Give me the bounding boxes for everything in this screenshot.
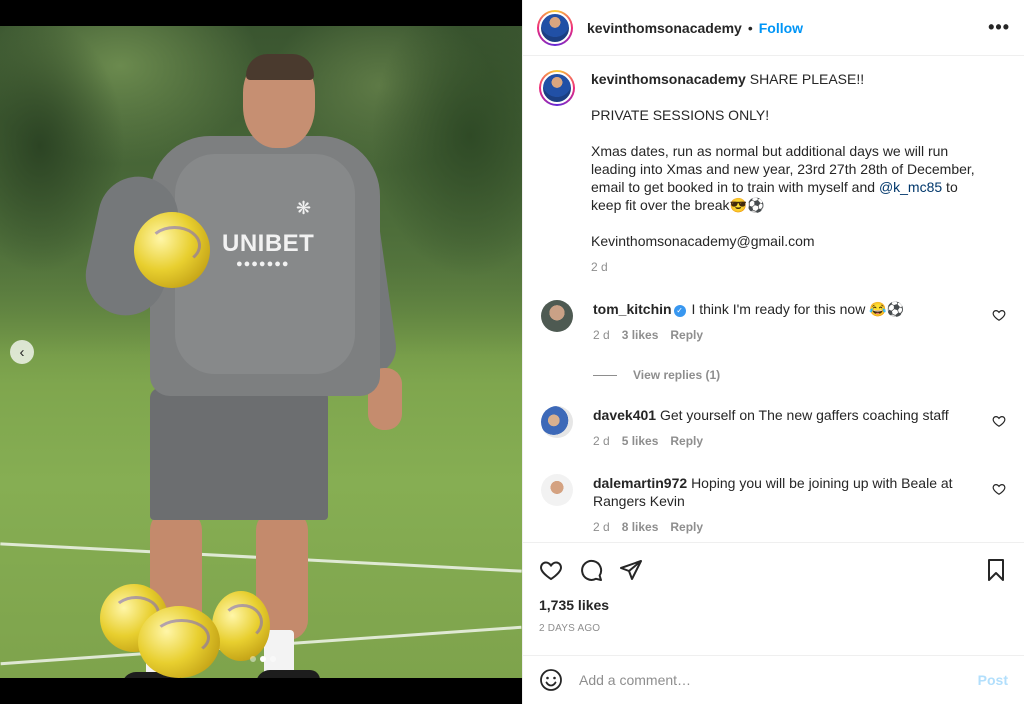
comment-likes[interactable]: 8 likes <box>622 518 659 536</box>
comment-item: dalemartin972 Hoping you will be joining… <box>539 474 1008 536</box>
comment-time[interactable]: 2 d <box>593 432 610 450</box>
heart-icon[interactable] <box>992 308 1006 322</box>
jersey-sponsor-dots: ●●●●●●● <box>236 258 290 270</box>
comment-icon[interactable] <box>579 558 603 582</box>
caption-paragraph: Xmas dates, run as normal but additional… <box>591 142 981 214</box>
post-photo[interactable]: ❋ UNIBET ●●●●●●● <box>0 26 522 678</box>
comment-username[interactable]: tom_kitchin <box>593 301 672 317</box>
divider <box>593 374 617 376</box>
reply-button[interactable]: Reply <box>670 518 703 536</box>
comment-likes[interactable]: 3 likes <box>622 326 659 344</box>
view-replies-label: View replies (1) <box>633 368 721 382</box>
caption-time[interactable]: 2 d <box>591 258 981 276</box>
football <box>138 606 220 678</box>
author-avatar[interactable] <box>537 9 573 46</box>
comment-username[interactable]: dalemartin972 <box>593 475 687 491</box>
commenter-avatar[interactable] <box>541 474 573 506</box>
emoji-icon[interactable] <box>539 668 563 692</box>
club-crest-icon: ❋ <box>296 198 312 218</box>
hair <box>246 54 314 80</box>
bookmark-icon[interactable] <box>984 558 1008 582</box>
comments-list[interactable]: kevinthomsonacademy SHARE PLEASE!! PRIVA… <box>523 56 1024 542</box>
heart-icon[interactable] <box>992 482 1006 496</box>
football <box>212 591 270 661</box>
post-caption: kevinthomsonacademy SHARE PLEASE!! PRIVA… <box>539 70 1008 276</box>
caption-email: Kevinthomsonacademy@gmail.com <box>591 233 815 249</box>
football <box>134 212 210 288</box>
comment-likes[interactable]: 5 likes <box>622 432 659 450</box>
jersey-sponsor: UNIBET <box>222 230 315 257</box>
chevron-left-icon: ‹ <box>19 343 25 361</box>
author-avatar[interactable] <box>539 70 575 106</box>
view-replies-button[interactable]: View replies (1) <box>593 368 1008 382</box>
comment-item: tom_kitchin ✓ I think I'm ready for this … <box>539 300 1008 344</box>
likes-count[interactable]: 1,735 likes <box>539 597 1008 613</box>
reply-button[interactable]: Reply <box>670 432 703 450</box>
carousel-dot <box>250 656 256 662</box>
action-bar <box>539 543 1008 597</box>
carousel-indicators <box>250 656 276 662</box>
author-username[interactable]: kevinthomsonacademy <box>587 20 742 36</box>
comment-text: I think I'm ready for this now 😂⚽ <box>691 301 905 317</box>
comment-input[interactable] <box>579 672 959 688</box>
caption-line: PRIVATE SESSIONS ONLY! <box>591 107 770 123</box>
post-header: kevinthomsonacademy • Follow ••• <box>523 0 1024 56</box>
comment-item: davek401 Get yourself on The new gaffers… <box>539 406 1008 450</box>
follow-button[interactable]: Follow <box>759 20 803 36</box>
comment-time[interactable]: 2 d <box>593 326 610 344</box>
shorts <box>150 388 328 520</box>
post-media: ❋ UNIBET ●●●●●●● ‹ <box>0 0 522 704</box>
caption-line: SHARE PLEASE!! <box>749 71 865 87</box>
carousel-prev-button[interactable]: ‹ <box>10 340 34 364</box>
more-icon[interactable]: ••• <box>988 17 1010 38</box>
carousel-dot <box>270 656 276 662</box>
add-comment-bar: Post <box>523 655 1024 704</box>
share-icon[interactable] <box>619 558 643 582</box>
mention-link[interactable]: @k_mc85 <box>879 179 942 195</box>
carousel-dot <box>260 656 266 662</box>
verified-icon: ✓ <box>673 305 686 317</box>
boot <box>256 670 320 678</box>
post-date[interactable]: 2 DAYS AGO <box>539 623 1008 634</box>
post-actions: 1,735 likes 2 DAYS AGO <box>523 542 1024 654</box>
comment-text: Get yourself on The new gaffers coaching… <box>659 407 949 423</box>
separator: • <box>747 19 753 36</box>
commenter-avatar[interactable] <box>541 406 573 438</box>
comment-username[interactable]: davek401 <box>593 407 656 423</box>
caption-username[interactable]: kevinthomsonacademy <box>591 71 746 87</box>
post-panel: kevinthomsonacademy • Follow ••• kevinth… <box>522 0 1024 704</box>
heart-icon[interactable] <box>539 558 563 582</box>
comment-time[interactable]: 2 d <box>593 518 610 536</box>
post-comment-button[interactable]: Post <box>978 672 1008 688</box>
commenter-avatar[interactable] <box>541 300 573 332</box>
heart-icon[interactable] <box>992 414 1006 428</box>
reply-button[interactable]: Reply <box>670 326 703 344</box>
